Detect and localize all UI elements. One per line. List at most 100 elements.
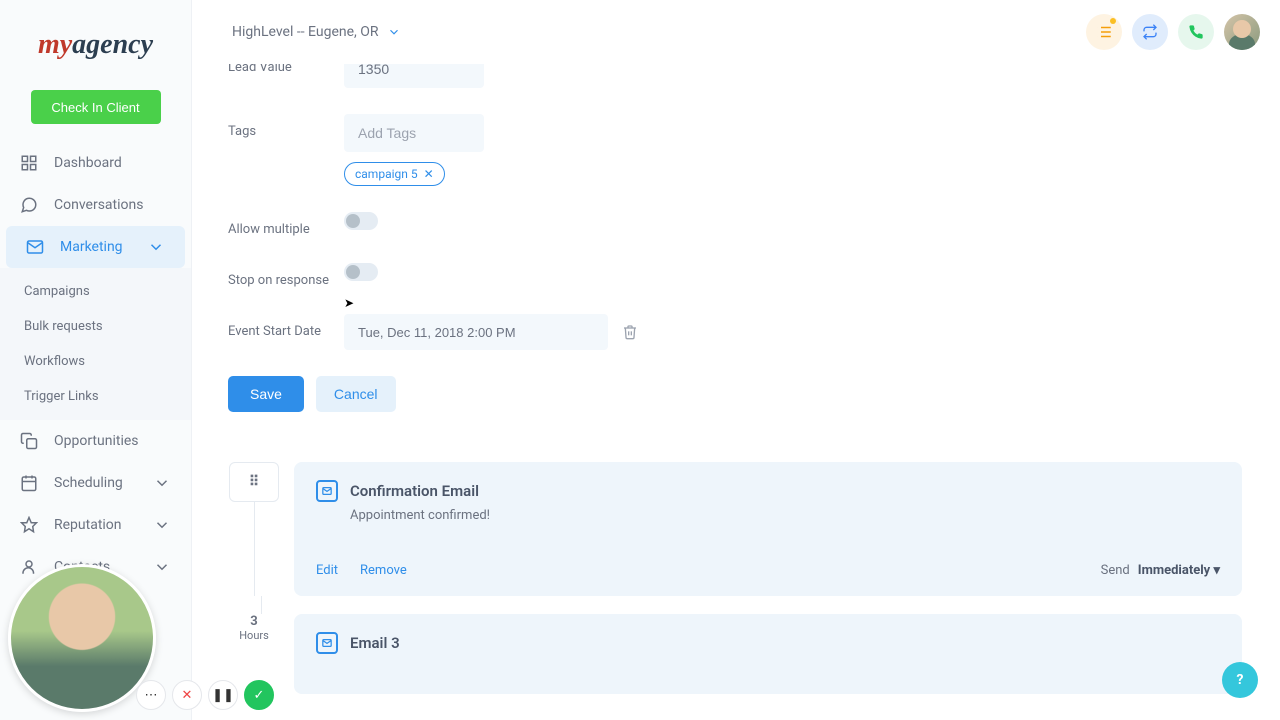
step-send-timing: Send Immediately ▾	[1101, 563, 1220, 578]
presenter-avatar	[8, 564, 156, 712]
sidebar-item-scheduling[interactable]: Scheduling	[0, 462, 191, 504]
sidebar-nav: Dashboard Conversations Marketing	[0, 142, 191, 268]
sidebar-item-label: Scheduling	[54, 475, 123, 491]
step-title: Confirmation Email	[350, 482, 479, 500]
sidebar-item-label: Conversations	[54, 197, 143, 213]
logo: myagency	[0, 0, 191, 90]
calendar-icon	[20, 474, 38, 492]
main-content: Lead Value Tags campaign 5 ✕ Allow multi…	[192, 64, 1280, 720]
step-subtitle: Appointment confirmed!	[350, 508, 1220, 523]
cursor-icon: ➤	[344, 296, 354, 310]
save-button[interactable]: Save	[228, 376, 304, 412]
event-start-input[interactable]	[344, 314, 608, 350]
copy-icon	[20, 432, 38, 450]
send-label: Send	[1101, 563, 1130, 578]
cancel-button[interactable]: Cancel	[316, 376, 396, 412]
step-gap	[228, 596, 1264, 614]
marketing-subnav: Campaigns Bulk requests Workflows Trigge…	[0, 268, 191, 420]
logo-agency: agency	[72, 29, 153, 60]
campaign-form: Lead Value Tags campaign 5 ✕ Allow multi…	[208, 64, 1264, 432]
step-confirmation-email: ⠿ Confirmation Email Appointment confirm…	[228, 462, 1264, 596]
subnav-item-campaigns[interactable]: Campaigns	[24, 274, 191, 309]
logo-my: my	[38, 29, 72, 60]
delay-unit: Hours	[239, 629, 269, 642]
call-button[interactable]	[1178, 14, 1214, 50]
sidebar-item-dashboard[interactable]: Dashboard	[0, 142, 191, 184]
sidebar-item-conversations[interactable]: Conversations	[0, 184, 191, 226]
tags-label: Tags	[228, 114, 344, 139]
event-start-label: Event Start Date	[228, 314, 344, 339]
mail-icon	[26, 238, 44, 256]
step-timeline: ⠿	[228, 462, 280, 596]
more-button[interactable]: ⋯	[136, 680, 166, 710]
help-fab[interactable]: ?	[1222, 662, 1258, 698]
sidebar-item-marketing[interactable]: Marketing	[6, 226, 185, 268]
topbar-actions	[1086, 14, 1260, 50]
stop-on-response-toggle[interactable]	[344, 263, 378, 281]
sidebar-nav-lower: Opportunities Scheduling Reputation Cont…	[0, 420, 191, 588]
trash-icon	[622, 324, 638, 340]
delete-date-button[interactable]	[622, 324, 638, 340]
notifications-button[interactable]	[1086, 14, 1122, 50]
pause-button[interactable]: ❚❚	[208, 680, 238, 710]
chevron-down-icon	[147, 238, 165, 256]
lead-value-input[interactable]	[344, 64, 484, 88]
email-icon	[316, 632, 338, 654]
step-header: Email 3	[316, 632, 1220, 654]
step-edit-link[interactable]: Edit	[316, 563, 338, 578]
check-in-client-button[interactable]: Check In Client	[31, 90, 161, 124]
confirm-button[interactable]: ✓	[244, 680, 274, 710]
row-stop-on-response: Stop on response	[228, 263, 1244, 288]
tag-pill[interactable]: campaign 5 ✕	[344, 162, 445, 186]
star-icon	[20, 516, 38, 534]
chevron-down-icon	[387, 25, 401, 39]
email-icon	[316, 480, 338, 502]
dashboard-icon	[20, 154, 38, 172]
notification-dot	[1110, 18, 1116, 24]
sidebar-item-label: Marketing	[60, 239, 123, 255]
user-avatar[interactable]	[1224, 14, 1260, 50]
lead-value-label: Lead Value	[228, 64, 344, 75]
chat-icon	[20, 196, 38, 214]
subnav-item-bulk-requests[interactable]: Bulk requests	[24, 309, 191, 344]
row-allow-multiple: Allow multiple	[228, 212, 1244, 237]
tag-pill-label: campaign 5	[355, 167, 418, 181]
step-remove-link[interactable]: Remove	[360, 563, 407, 578]
sidebar-item-label: Reputation	[54, 517, 122, 533]
stop-on-response-label: Stop on response	[228, 263, 344, 288]
campaign-steps: ⠿ Confirmation Email Appointment confirm…	[208, 462, 1264, 694]
step-footer: Edit Remove Send Immediately ▾	[316, 563, 1220, 578]
row-lead-value: Lead Value	[228, 64, 1244, 88]
timeline-line	[254, 502, 255, 596]
toggle-knob	[346, 265, 360, 279]
chevron-down-icon	[153, 474, 171, 492]
sidebar-item-reputation[interactable]: Reputation	[0, 504, 191, 546]
step-header: Confirmation Email	[316, 480, 1220, 502]
subnav-item-workflows[interactable]: Workflows	[24, 344, 191, 379]
row-tags: Tags campaign 5 ✕	[228, 114, 1244, 186]
form-actions: Save Cancel	[228, 376, 1244, 412]
allow-multiple-toggle[interactable]	[344, 212, 378, 230]
step-title: Email 3	[350, 634, 400, 652]
delay-badge: 3 Hours	[239, 614, 269, 642]
phone-icon	[1188, 24, 1204, 40]
drag-handle[interactable]: ⠿	[229, 462, 279, 502]
chevron-down-icon	[153, 558, 171, 576]
subnav-item-trigger-links[interactable]: Trigger Links	[24, 379, 191, 414]
send-value-select[interactable]: Immediately ▾	[1138, 563, 1220, 578]
delay-number: 3	[239, 614, 269, 629]
select-caret-icon: ▾	[1213, 563, 1220, 578]
chevron-down-icon	[153, 516, 171, 534]
location-switcher[interactable]: HighLevel -- Eugene, OR	[232, 24, 401, 40]
tags-input[interactable]	[344, 114, 484, 152]
close-button[interactable]: ✕	[172, 680, 202, 710]
swap-button[interactable]	[1132, 14, 1168, 50]
allow-multiple-label: Allow multiple	[228, 212, 344, 237]
presenter-controls: ⋯ ✕ ❚❚ ✓	[136, 680, 274, 710]
sidebar-item-label: Dashboard	[54, 155, 122, 171]
step-card: Email 3	[294, 614, 1242, 694]
close-icon[interactable]: ✕	[424, 167, 434, 181]
sidebar-item-opportunities[interactable]: Opportunities	[0, 420, 191, 462]
sidebar-item-label: Opportunities	[54, 433, 139, 449]
location-name: HighLevel -- Eugene, OR	[232, 24, 379, 40]
